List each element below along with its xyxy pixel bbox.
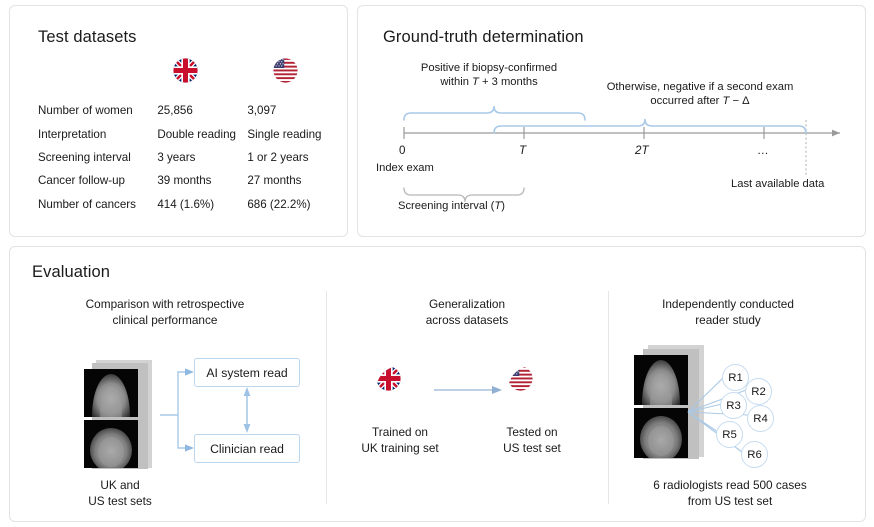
reader-circle-r5: R5 bbox=[716, 421, 743, 448]
reader-circle-r6: R6 bbox=[741, 441, 768, 468]
reader-circle-r3: R3 bbox=[720, 392, 747, 419]
reader-circle-r2: R2 bbox=[745, 378, 772, 405]
reader-circle-r4: R4 bbox=[747, 405, 774, 432]
eval-col3-caption: 6 radiologists read 500 cases from US te… bbox=[653, 478, 807, 508]
figure-root: Test datasets Number of women 25,856 3,0… bbox=[0, 0, 874, 527]
